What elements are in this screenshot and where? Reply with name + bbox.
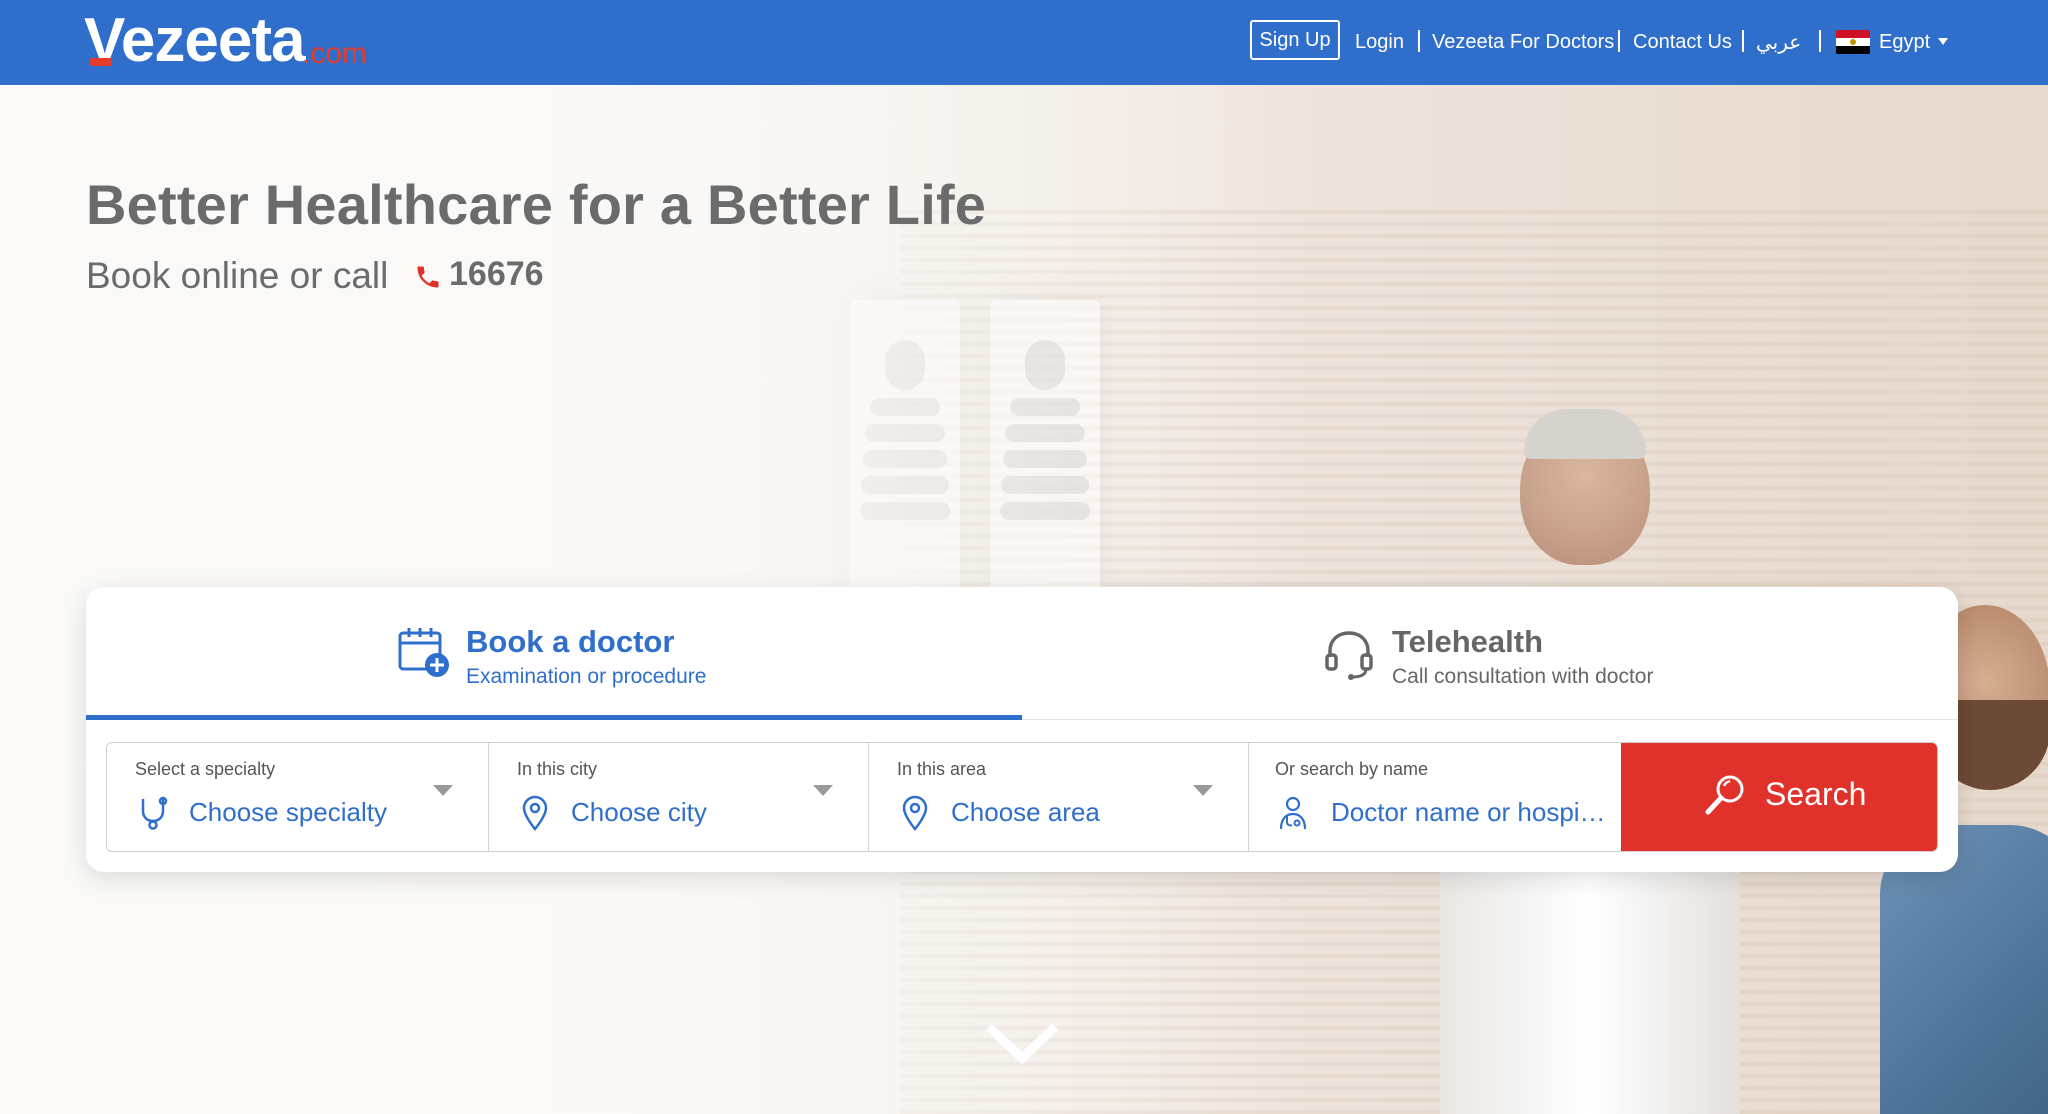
doctor-name-input[interactable] <box>1331 793 1621 833</box>
phone-icon <box>417 266 439 288</box>
city-value: Choose city <box>571 797 707 827</box>
booking-search-card: Book a doctor Examination or procedure T… <box>86 587 1958 872</box>
chevron-down-icon <box>813 785 833 796</box>
top-navigation-bar: Vezeeta .com Sign Up Login Vezeeta For D… <box>0 0 2048 85</box>
chevron-down-icon <box>1938 38 1948 45</box>
search-button[interactable]: Search <box>1621 743 1937 851</box>
arabic-language-link[interactable]: عربي <box>1756 24 1801 60</box>
area-value: Choose area <box>951 797 1100 827</box>
city-select[interactable]: In this city Choose city <box>489 743 869 851</box>
tab-book-title: Book a doctor <box>466 624 675 659</box>
specialty-label: Select a specialty <box>135 759 276 779</box>
city-label: In this city <box>517 759 598 779</box>
specialty-value: Choose specialty <box>189 797 387 827</box>
tab-book-a-doctor[interactable]: Book a doctor Examination or procedure <box>86 587 1022 720</box>
logo-wordmark: Vezeeta <box>84 6 306 75</box>
hero-subtitle: Book online or call <box>86 255 389 296</box>
tab-telehealth-description: Call consultation with doctor <box>1392 665 1654 688</box>
contact-us-link[interactable]: Contact Us <box>1633 24 1732 60</box>
location-pin-icon <box>522 795 548 831</box>
location-pin-icon <box>902 795 928 831</box>
chevron-down-icon <box>1193 785 1213 796</box>
logo-suffix: .com <box>302 37 368 70</box>
calendar-plus-icon <box>398 628 449 677</box>
search-icon <box>1705 775 1744 815</box>
scroll-down-chevron-icon[interactable] <box>986 1020 1058 1068</box>
login-link[interactable]: Login <box>1355 24 1404 60</box>
country-selector[interactable]: Egypt <box>1879 24 1930 60</box>
nav-divider <box>1819 30 1821 52</box>
doctor-name-search[interactable]: Or search by name Doctor name or hospi… <box>1249 743 1629 851</box>
hotline-number[interactable]: 16676 <box>449 255 544 294</box>
headset-icon <box>1325 631 1373 680</box>
name-search-label: Or search by name <box>1275 759 1429 779</box>
signup-button[interactable]: Sign Up <box>1250 20 1340 60</box>
chevron-down-icon <box>433 785 453 796</box>
doctor-icon <box>1279 796 1307 830</box>
tab-telehealth-title: Telehealth <box>1392 624 1544 659</box>
tab-telehealth[interactable]: Telehealth Call consultation with doctor <box>1022 587 1958 720</box>
search-fields-row: Select a specialty Choose specialty In t… <box>106 742 1938 852</box>
search-button-label: Search <box>1765 776 1867 812</box>
logo-accent-mark <box>90 58 112 66</box>
area-label: In this area <box>897 759 987 779</box>
vezeeta-for-doctors-link[interactable]: Vezeeta For Doctors <box>1432 24 1614 60</box>
specialty-select[interactable]: Select a specialty Choose specialty <box>107 743 489 851</box>
area-select[interactable]: In this area Choose area <box>869 743 1249 851</box>
nav-divider <box>1742 30 1744 52</box>
hero-title: Better Healthcare for a Better Life <box>86 173 987 236</box>
tab-book-description: Examination or procedure <box>466 665 707 688</box>
nav-divider <box>1618 30 1620 52</box>
nav-divider <box>1418 30 1420 52</box>
stethoscope-icon <box>141 796 168 830</box>
egypt-flag-icon <box>1836 30 1870 54</box>
